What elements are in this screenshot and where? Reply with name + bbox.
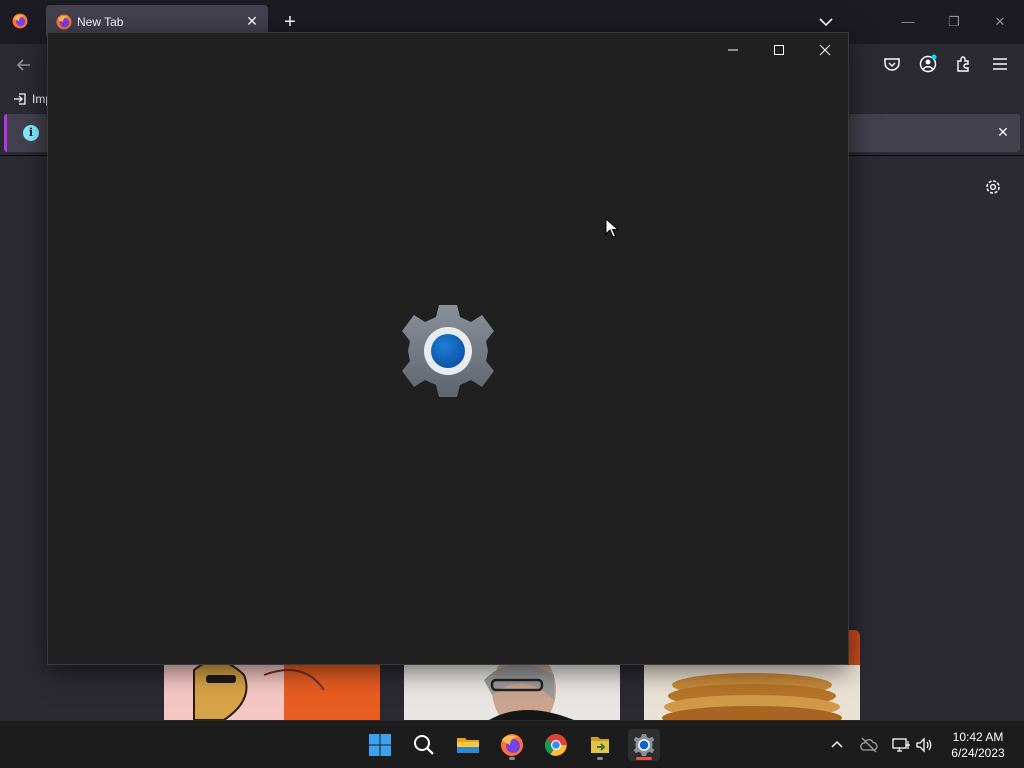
settings-gear-icon <box>402 305 494 397</box>
cloud-offline-icon[interactable] <box>859 735 879 755</box>
settings-gear-icon <box>633 734 655 756</box>
file-manager-icon <box>591 737 609 753</box>
newtab-settings-gear-icon[interactable] <box>983 177 1003 197</box>
chevron-up-icon[interactable] <box>827 735 847 755</box>
back-arrow-icon[interactable] <box>14 55 34 75</box>
import-icon <box>14 93 26 105</box>
firefox-icon <box>501 734 523 756</box>
start-button[interactable] <box>364 729 396 761</box>
minimize-icon[interactable]: — <box>898 12 918 32</box>
menu-icon[interactable] <box>990 54 1010 74</box>
file-manager-taskbar-button[interactable] <box>584 729 616 761</box>
clock-date: 6/24/2023 <box>951 746 1005 760</box>
settings-taskbar-button[interactable] <box>628 729 660 761</box>
search-button[interactable] <box>408 729 440 761</box>
taskbar: 10:42 AM 6/24/2023 <box>0 720 1024 768</box>
system-clock[interactable]: 10:42 AM 6/24/2023 <box>940 729 1016 761</box>
running-indicator <box>509 757 515 760</box>
firefox-taskbar-button[interactable] <box>496 729 528 761</box>
file-explorer-button[interactable] <box>452 729 484 761</box>
search-icon <box>414 735 434 755</box>
list-all-tabs-icon[interactable] <box>816 12 836 32</box>
maximize-icon[interactable] <box>764 39 794 61</box>
pocket-icon[interactable] <box>882 54 902 74</box>
close-icon[interactable] <box>810 39 840 61</box>
close-window-icon[interactable]: ✕ <box>990 12 1010 32</box>
folder-icon <box>457 738 479 753</box>
extensions-icon[interactable] <box>954 54 974 74</box>
network-icon[interactable] <box>891 735 911 755</box>
minimize-icon[interactable] <box>718 39 748 61</box>
windows-logo-icon <box>369 734 391 756</box>
tab-close-icon[interactable]: ✕ <box>244 13 260 29</box>
clock-time: 10:42 AM <box>952 730 1004 744</box>
running-indicator <box>597 757 603 760</box>
info-icon: i <box>23 125 39 141</box>
account-icon[interactable] <box>918 54 938 74</box>
volume-icon[interactable] <box>914 735 934 755</box>
firefox-icon <box>56 14 72 30</box>
chrome-taskbar-button[interactable] <box>540 729 572 761</box>
settings-splash-window <box>47 32 849 665</box>
mouse-cursor-icon <box>605 218 619 238</box>
notification-close-icon[interactable]: ✕ <box>995 124 1011 140</box>
new-tab-button[interactable]: + <box>280 12 300 32</box>
restore-icon[interactable]: ❐ <box>944 12 964 32</box>
tab-title: New Tab <box>77 15 124 29</box>
active-indicator <box>636 757 652 760</box>
chrome-icon <box>545 734 567 756</box>
firefox-logo-icon[interactable] <box>12 13 28 29</box>
